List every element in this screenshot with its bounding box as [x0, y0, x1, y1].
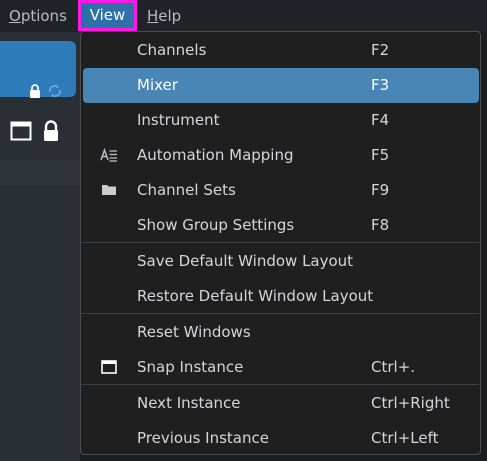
menu-item-shortcut: F3 — [371, 76, 390, 94]
menu-item-snap-instance[interactable]: Snap Instance Ctrl+. — [82, 350, 479, 385]
menu-separator — [82, 242, 479, 243]
menu-item-previous-instance[interactable]: Previous Instance Ctrl+Left — [82, 421, 479, 456]
lock-icon[interactable] — [29, 84, 41, 98]
menu-item-label: Restore Default Window Layout — [137, 287, 374, 305]
menu-separator — [82, 384, 479, 385]
menu-help[interactable]: Help — [147, 0, 181, 32]
menu-item-label: Mixer — [137, 76, 178, 94]
menu-item-label: Instrument — [137, 111, 220, 129]
menu-item-label: Next Instance — [137, 394, 241, 412]
menu-item-mixer[interactable]: Mixer F3 — [83, 68, 479, 103]
menu-item-show-group-settings[interactable]: Show Group Settings F8 — [82, 208, 479, 243]
menu-item-next-instance[interactable]: Next Instance Ctrl+Right — [82, 386, 479, 421]
menu-bar: Options View Help — [0, 0, 487, 32]
menu-help-mnemonic: H — [147, 7, 159, 25]
menu-item-shortcut: F2 — [371, 41, 390, 59]
menu-item-instrument[interactable]: Instrument F4 — [82, 103, 479, 138]
view-menu-dropdown: Channels F2 Mixer F3 Instrument F4 Autom… — [80, 31, 481, 455]
menu-view[interactable]: View — [78, 0, 137, 31]
app-window: Options View Help Channels F2 Mixer F3 I… — [0, 0, 487, 461]
menu-item-shortcut: F5 — [371, 146, 390, 164]
menu-separator — [82, 313, 479, 314]
menu-help-label: elp — [158, 7, 182, 25]
instance-tab[interactable] — [0, 41, 76, 98]
menu-item-shortcut: F9 — [371, 181, 390, 199]
left-toolbar-icons — [10, 120, 60, 142]
menu-item-label: Reset Windows — [137, 323, 251, 341]
menu-item-label: Channels — [137, 41, 207, 59]
menu-item-automation-mapping[interactable]: Automation Mapping F5 — [82, 138, 479, 173]
menu-options-mnemonic: O — [9, 7, 21, 25]
window-icon — [101, 360, 117, 374]
menu-item-shortcut: F8 — [371, 216, 390, 234]
folder-icon — [102, 185, 116, 195]
menu-item-shortcut: F4 — [371, 111, 390, 129]
menu-item-shortcut: Ctrl+. — [371, 358, 416, 376]
menu-item-restore-default-window-layout[interactable]: Restore Default Window Layout — [82, 279, 479, 314]
menu-options-label: ptions — [20, 7, 67, 25]
left-panel-strip — [0, 160, 80, 186]
menu-item-label: Snap Instance — [137, 358, 244, 376]
menu-item-label: Show Group Settings — [137, 216, 295, 234]
menu-item-label: Previous Instance — [137, 429, 269, 447]
menu-item-channels[interactable]: Channels F2 — [82, 33, 479, 68]
sync-icon[interactable] — [47, 84, 63, 98]
automation-mapping-icon — [100, 148, 117, 162]
menu-item-shortcut: Ctrl+Left — [371, 429, 439, 447]
menu-item-label: Automation Mapping — [137, 146, 294, 164]
menu-item-channel-sets[interactable]: Channel Sets F9 — [82, 173, 479, 208]
lock-icon[interactable] — [42, 120, 60, 142]
tab-icons — [29, 81, 63, 101]
menu-item-label: Channel Sets — [137, 181, 236, 199]
menu-item-save-default-window-layout[interactable]: Save Default Window Layout — [82, 244, 479, 279]
menu-item-label: Save Default Window Layout — [137, 252, 354, 270]
window-icon[interactable] — [10, 121, 32, 141]
menu-options[interactable]: Options — [9, 0, 67, 32]
menu-item-reset-windows[interactable]: Reset Windows — [82, 315, 479, 350]
menu-item-shortcut: Ctrl+Right — [371, 394, 450, 412]
